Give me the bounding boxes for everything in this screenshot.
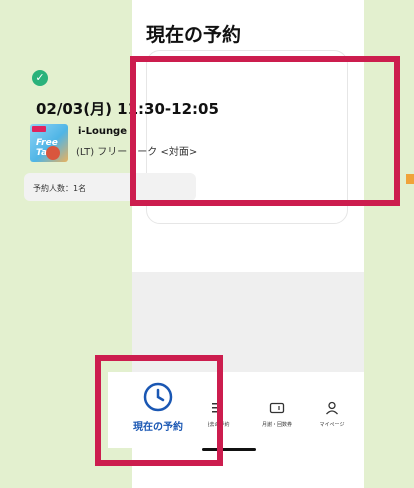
tab-label: 月謝・回数券 xyxy=(261,422,292,428)
tab-mypage[interactable]: マイページ xyxy=(314,400,350,428)
decorative-marker xyxy=(406,174,414,184)
page-title: 現在の予約 xyxy=(146,24,242,46)
reservation-count: 予約人数：1名 xyxy=(33,184,87,193)
thumbnail-tag xyxy=(32,126,46,132)
tab-label: マイページ xyxy=(319,422,345,428)
highlight-box-tab xyxy=(95,355,223,466)
check-icon: ✓ xyxy=(32,70,48,86)
thumbnail-figure xyxy=(46,146,60,160)
highlight-box-card xyxy=(130,56,400,206)
venue-name: i-Lounge xyxy=(78,126,127,137)
person-icon xyxy=(326,401,338,415)
lesson-thumbnail: Free Talk xyxy=(30,124,68,162)
tab-tickets[interactable]: 月謝・回数券 xyxy=(256,400,298,428)
ticket-icon xyxy=(269,402,285,414)
